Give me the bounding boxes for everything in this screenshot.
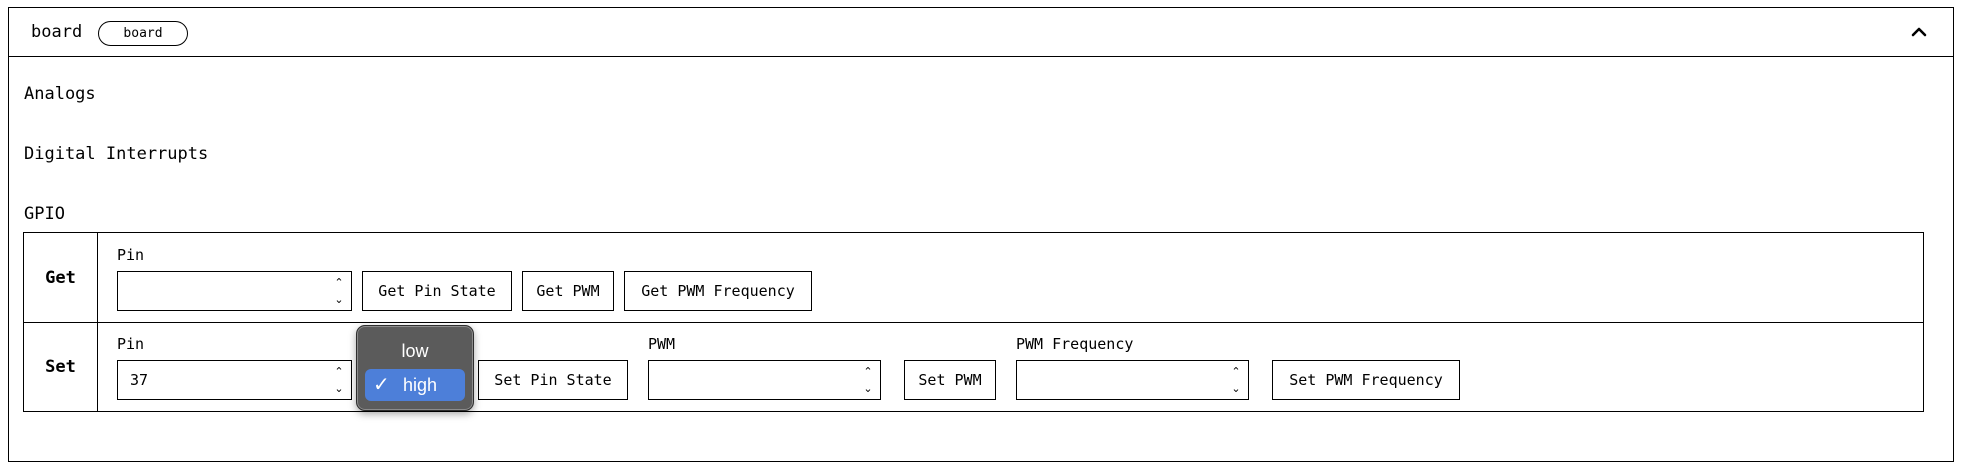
pwm-frequency-input[interactable]: ⌃ ⌄ — [1016, 360, 1249, 400]
set-pin-input[interactable]: 37 ⌃ ⌄ — [117, 360, 352, 400]
gpio-table: Get Pin ⌃ ⌄ Get Pin State Get PWM Get PWM… — [23, 232, 1924, 412]
set-pin-value: 37 — [130, 371, 149, 389]
set-pwm-frequency-button[interactable]: Set PWM Frequency — [1272, 360, 1460, 400]
get-row-label: Get — [24, 233, 98, 322]
gpio-get-row: Get Pin ⌃ ⌄ Get Pin State Get PWM Get PWM… — [24, 233, 1923, 323]
pwm-label: PWM — [648, 335, 676, 353]
get-pin-state-button[interactable]: Get Pin State — [362, 271, 512, 311]
stepper-icon[interactable]: ⌃ ⌄ — [333, 274, 345, 308]
pin-state-option-high[interactable]: ✓ high — [365, 369, 465, 401]
stepper-icon[interactable]: ⌃ ⌄ — [333, 363, 345, 397]
set-pin-state-button[interactable]: Set Pin State — [478, 360, 628, 400]
set-row-label: Set — [24, 322, 98, 411]
pwm-input[interactable]: ⌃ ⌄ — [648, 360, 881, 400]
section-analogs: Analogs — [24, 84, 96, 104]
card-title: board — [31, 22, 83, 42]
pin-state-option-low[interactable]: low — [365, 335, 465, 367]
set-pin-label: Pin — [117, 335, 145, 353]
pin-state-dropdown[interactable]: low ✓ high — [356, 325, 474, 411]
card-header[interactable]: board board — [9, 8, 1953, 57]
stepper-icon[interactable]: ⌃ ⌄ — [1230, 363, 1242, 397]
get-pin-label: Pin — [117, 246, 145, 264]
card-badge: board — [98, 21, 188, 46]
set-pwm-button[interactable]: Set PWM — [904, 360, 996, 400]
pwm-frequency-label: PWM Frequency — [1016, 335, 1134, 353]
gpio-set-row: Set Pin 37 ⌃ ⌄ Set Pin State PWM ⌃ ⌄ Set P… — [24, 322, 1923, 411]
section-gpio: GPIO — [24, 204, 65, 224]
get-pin-input[interactable]: ⌃ ⌄ — [117, 271, 352, 311]
section-digital-interrupts: Digital Interrupts — [24, 144, 209, 164]
pin-state-option-high-label: high — [403, 375, 438, 395]
checkmark-icon: ✓ — [373, 374, 390, 396]
get-pwm-frequency-button[interactable]: Get PWM Frequency — [624, 271, 812, 311]
stepper-icon[interactable]: ⌃ ⌄ — [862, 363, 874, 397]
get-pwm-button[interactable]: Get PWM — [522, 271, 614, 311]
chevron-up-icon[interactable] — [1907, 20, 1931, 44]
